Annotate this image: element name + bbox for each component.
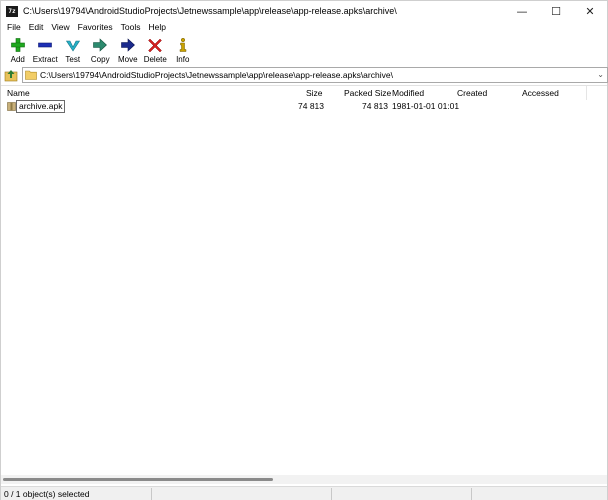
status-bar: 0 / 1 object(s) selected <box>1 486 607 500</box>
file-packed-size: 74 813 <box>362 101 388 111</box>
info-button[interactable]: Info <box>169 35 197 65</box>
file-modified: 1981-01-01 01:01 <box>392 101 460 111</box>
maximize-button[interactable]: ☐ <box>539 1 573 21</box>
path-text: C:\Users\19794\AndroidStudioProjects\Jet… <box>40 70 393 80</box>
extract-button[interactable]: Extract <box>32 35 60 65</box>
column-header-packed-size[interactable]: Packed Size <box>344 86 391 100</box>
status-divider <box>151 488 152 500</box>
scrollbar-thumb[interactable] <box>3 478 273 481</box>
menu-help[interactable]: Help <box>144 21 169 34</box>
copy-label: Copy <box>90 55 110 64</box>
status-divider <box>471 488 472 500</box>
info-label: Info <box>176 55 190 64</box>
delete-label: Delete <box>143 55 167 64</box>
move-label: Move <box>117 55 138 64</box>
copy-button[interactable]: Copy <box>87 35 115 65</box>
test-button[interactable]: Test <box>59 35 87 65</box>
path-dropdown-chevron-icon[interactable]: ⌄ <box>597 70 604 79</box>
column-header-created[interactable]: Created <box>457 86 487 100</box>
column-header-size[interactable]: Size <box>306 86 323 100</box>
delete-button[interactable]: Delete <box>142 35 170 65</box>
menu-favorites[interactable]: Favorites <box>74 21 117 34</box>
path-input[interactable]: C:\Users\19794\AndroidStudioProjects\Jet… <box>22 67 608 83</box>
column-header-name[interactable]: Name <box>7 86 30 100</box>
address-bar: C:\Users\19794\AndroidStudioProjects\Jet… <box>1 67 608 84</box>
minus-icon <box>38 42 53 48</box>
folder-icon <box>25 70 37 80</box>
add-label: Add <box>10 55 25 64</box>
extract-label: Extract <box>32 55 58 64</box>
title-bar: 7z C:\Users\19794\AndroidStudioProjects\… <box>1 1 607 21</box>
info-icon <box>179 37 186 52</box>
window-controls: — ☐ ✕ <box>505 1 607 21</box>
status-divider <box>331 488 332 500</box>
toolbar: Add Extract Test Copy Move Delete Info <box>1 35 607 67</box>
file-list[interactable]: Name Size Packed Size Modified Created A… <box>1 85 607 475</box>
column-divider <box>586 86 587 100</box>
archive-file-icon <box>7 102 16 111</box>
horizontal-scrollbar[interactable] <box>1 475 607 484</box>
add-button[interactable]: Add <box>4 35 32 65</box>
column-header-accessed[interactable]: Accessed <box>522 86 559 100</box>
x-icon <box>148 38 163 53</box>
7zip-app-icon: 7z <box>6 5 18 17</box>
minimize-button[interactable]: — <box>505 1 539 21</box>
file-size: 74 813 <box>298 101 324 111</box>
check-icon <box>65 40 80 52</box>
copy-arrow-icon <box>93 38 108 52</box>
window-title: C:\Users\19794\AndroidStudioProjects\Jet… <box>23 6 397 16</box>
move-arrow-icon <box>120 38 135 52</box>
status-selection-text: 0 / 1 object(s) selected <box>4 489 90 499</box>
close-button[interactable]: ✕ <box>573 1 607 21</box>
menu-bar: File Edit View Favorites Tools Help <box>1 21 607 34</box>
folder-up-icon[interactable] <box>4 68 18 82</box>
table-row[interactable]: archive.apk 74 813 74 813 1981-01-01 01:… <box>1 100 607 113</box>
menu-view[interactable]: View <box>47 21 73 34</box>
menu-edit[interactable]: Edit <box>25 21 48 34</box>
menu-tools[interactable]: Tools <box>117 21 145 34</box>
column-header-modified[interactable]: Modified <box>392 86 424 100</box>
test-label: Test <box>65 55 81 64</box>
app-window: 7z C:\Users\19794\AndroidStudioProjects\… <box>0 0 608 500</box>
plus-icon <box>10 38 25 52</box>
menu-file[interactable]: File <box>3 21 25 34</box>
move-button[interactable]: Move <box>114 35 142 65</box>
file-name[interactable]: archive.apk <box>16 100 66 113</box>
